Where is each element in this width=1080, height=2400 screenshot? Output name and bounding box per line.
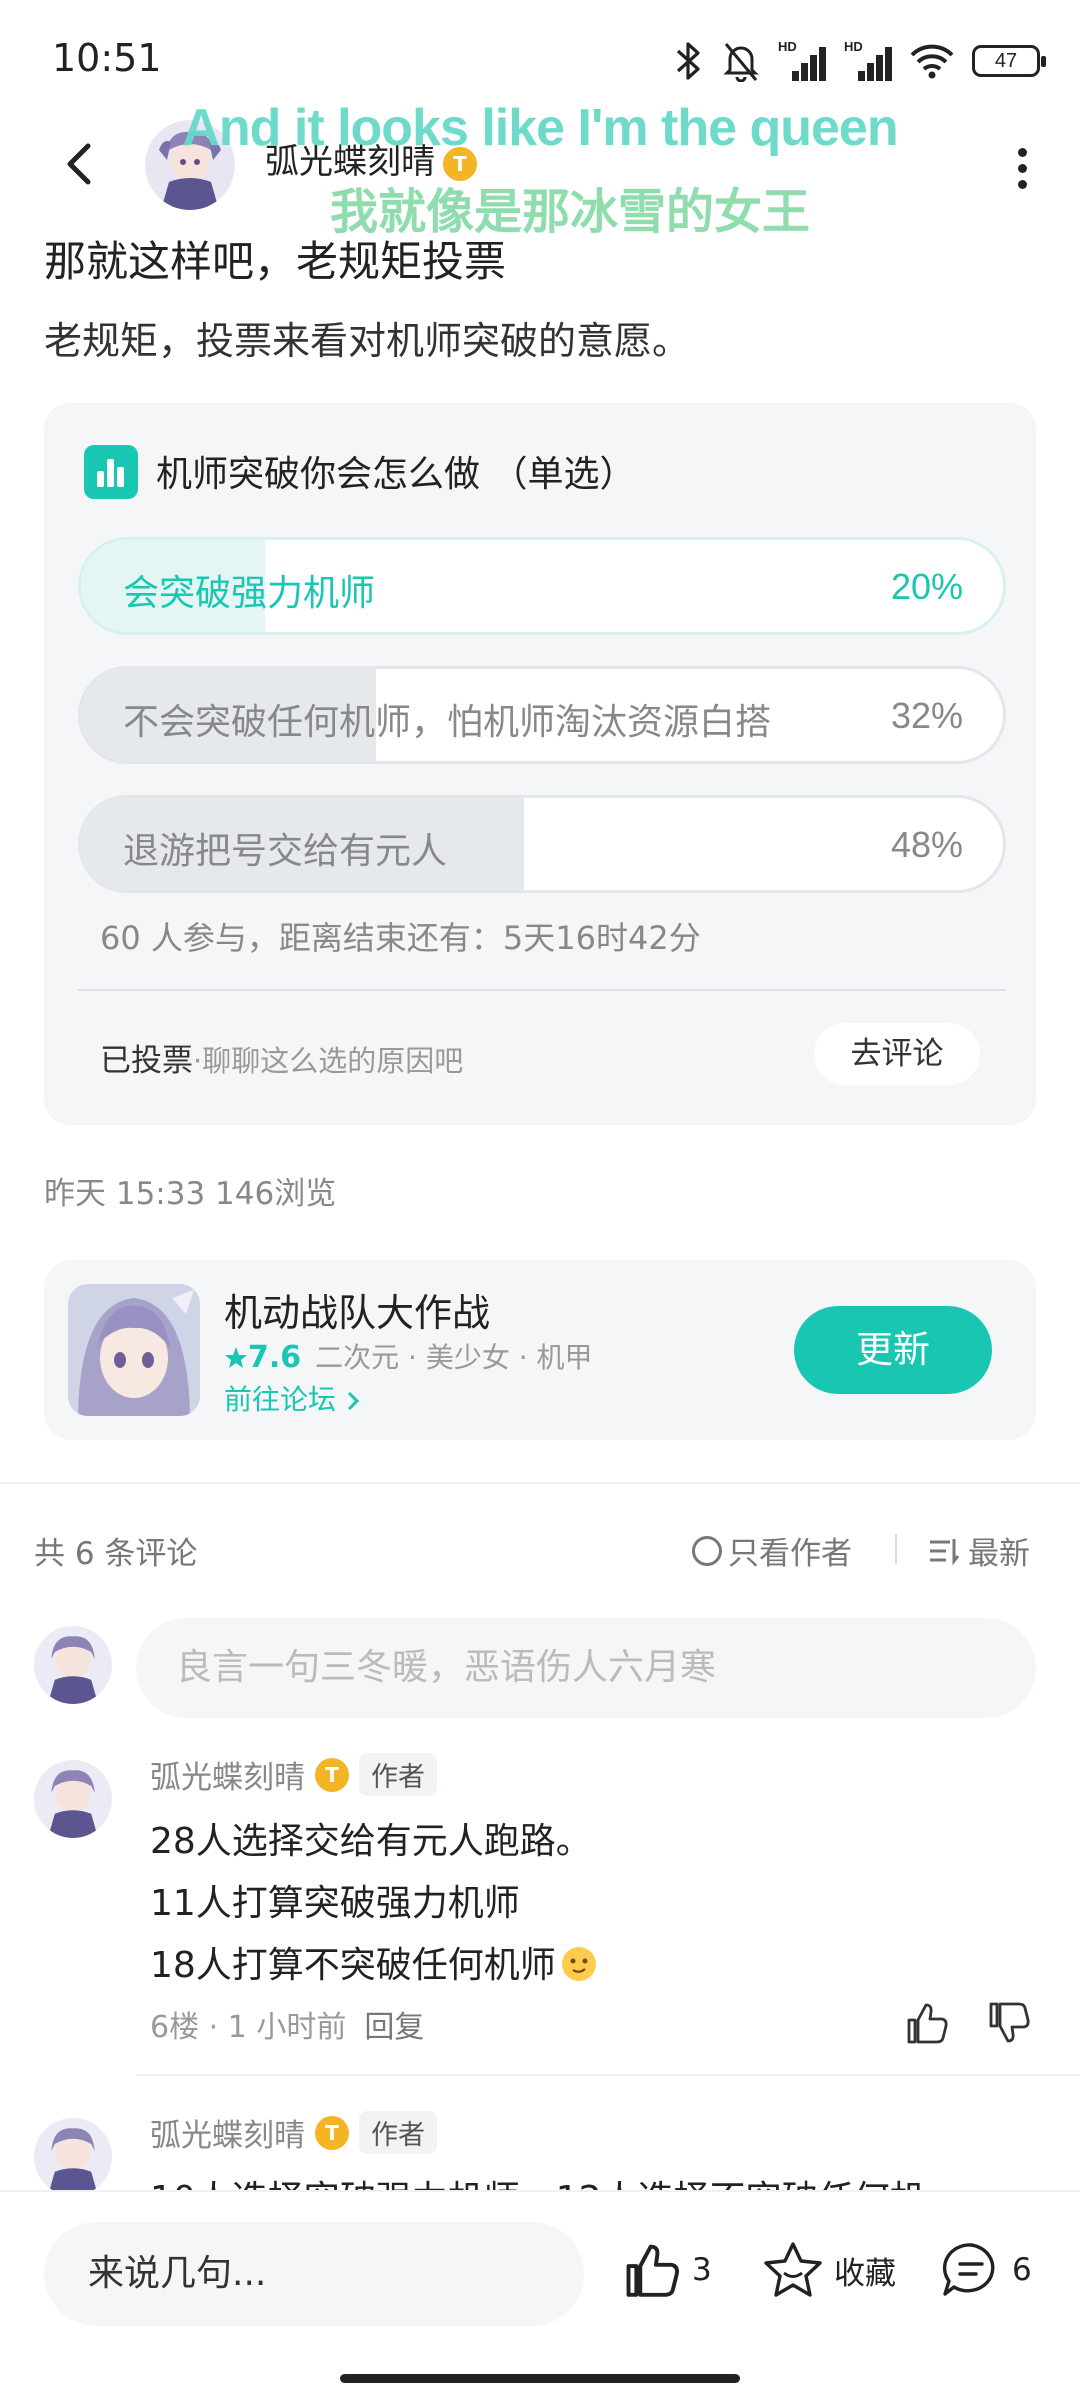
commenter-avatar[interactable] (34, 1760, 112, 1838)
game-name: 机动战队大作战 (224, 1291, 491, 1335)
post-title: 那就这样吧，老规矩投票 (44, 237, 507, 286)
level-badge-icon: T (315, 2115, 349, 2150)
author-tag: 作者 (359, 1753, 437, 1796)
mute-bell-icon (723, 43, 759, 82)
signal-icon: HD (844, 39, 892, 81)
divider (78, 989, 1006, 991)
author-tag: 作者 (359, 2111, 437, 2154)
status-icons: HD HD 47 (672, 36, 1046, 86)
comment-bubble-icon (942, 2243, 995, 2296)
bluetooth-icon (676, 42, 700, 80)
poll-title: 机师突破你会怎么做 （单选） (156, 454, 636, 495)
favorite-label: 收藏 (834, 2255, 896, 2292)
poll-option-label: 退游把号交给有元人 (123, 831, 448, 872)
poll-participants: 60 人参与，距离结束还有：5天16时42分 (100, 919, 701, 957)
poll-chart-icon (84, 445, 138, 499)
commenter-avatar[interactable] (34, 2118, 112, 2190)
go-comment-button[interactable]: 去评论 (814, 1023, 980, 1085)
only-author-toggle[interactable]: 只看作者 (692, 1528, 852, 1573)
game-info: 7.6 二次元 · 美少女 · 机甲 (224, 1336, 593, 1376)
thumbs-up-icon (626, 2244, 679, 2297)
comment-text: 18人打算不突破任何机师 (150, 1936, 598, 1988)
forum-link[interactable]: 前往论坛 (224, 1378, 364, 1418)
smile-emoji-icon (561, 1947, 596, 1981)
game-card[interactable]: 机动战队大作战 7.6 二次元 · 美少女 · 机甲 前往论坛 更新 (44, 1260, 1036, 1440)
comment-count: 共 6 条评论 (34, 1536, 198, 1572)
sort-latest-button[interactable]: 最新 (928, 1528, 1030, 1573)
comments-button[interactable]: 6 (940, 2240, 1032, 2300)
poll-option-percent: 20% (890, 566, 963, 607)
clock: 10:51 (52, 36, 162, 80)
sort-icon (930, 1538, 960, 1565)
like-button[interactable]: 3 (622, 2240, 712, 2300)
game-icon (68, 1284, 200, 1416)
commenter-name[interactable]: 弧光蝶刻晴 T 作者 (150, 2110, 437, 2155)
home-indicator[interactable] (340, 2374, 740, 2383)
post-time-views: 昨天 15:33 146浏览 (44, 1176, 337, 1212)
my-avatar (34, 1626, 112, 1704)
divider (136, 2074, 1080, 2076)
favorite-button[interactable]: 收藏 (762, 2240, 896, 2300)
poll-option[interactable]: 不会突破任何机师，怕机师淘汰资源白搭 32% (78, 666, 1006, 764)
divider (895, 1534, 897, 1564)
game-tags: 二次元 · 美少女 · 机甲 (315, 1341, 593, 1374)
poll-option-label: 会突破强力机师 (123, 573, 376, 614)
chevron-right-icon (347, 1391, 360, 1411)
star-icon (225, 1347, 247, 1368)
post-body: 老规矩，投票来看对机师突破的意愿。 (44, 319, 691, 363)
battery-icon: 47 (972, 45, 1046, 77)
bottom-action-bar: 来说几句... 3 收藏 6 (0, 2190, 1080, 2400)
poll-option-label: 不会突破任何机师，怕机师淘汰资源白搭 (123, 702, 772, 743)
thumbs-up-icon[interactable] (904, 2000, 950, 2046)
divider (0, 1482, 1080, 1484)
game-score: 7.6 (224, 1340, 301, 1375)
comment-footer: 6楼 · 1 小时前 回复 (150, 2010, 425, 2045)
like-count: 3 (692, 2252, 712, 2288)
reply-button[interactable]: 回复 (364, 2010, 424, 2045)
comment-text: 11人打算突破强力机师 (150, 1883, 520, 1924)
comments-toolbar: 共 6 条评论 只看作者 最新 (0, 1528, 1080, 1578)
update-button[interactable]: 更新 (794, 1306, 992, 1394)
comments-count: 6 (1012, 2252, 1032, 2288)
poll-option[interactable]: 退游把号交给有元人 48% (78, 795, 1006, 893)
lyric-overlay-en: And it looks like I'm the queen (182, 99, 898, 157)
commenter-name[interactable]: 弧光蝶刻晴 T 作者 (150, 1752, 437, 1797)
level-badge-icon: T (315, 1757, 349, 1792)
poll-option-percent: 32% (890, 695, 963, 736)
radio-icon (692, 1535, 722, 1566)
signal-icon: HD (778, 39, 826, 81)
star-icon (764, 2242, 822, 2297)
poll-card: 机师突破你会怎么做 （单选） 会突破强力机师 20% 不会突破任何机师，怕机师淘… (44, 403, 1036, 1125)
comment-text: 10人选择突破强力机师，12人选择不突破任何机 (150, 2170, 926, 2190)
comment-text: 28人选择交给有元人跑路。 (150, 1821, 592, 1862)
say-something-input[interactable]: 来说几句... (44, 2222, 584, 2326)
wifi-icon (910, 44, 954, 79)
poll-option-percent: 48% (890, 824, 963, 865)
comment-input[interactable]: 良言一句三冬暖，恶语伤人六月寒 (136, 1618, 1036, 1718)
comment-item: 弧光蝶刻晴T作者 10人选择突破强力机师，12人选择不突破任何机 (0, 2110, 1080, 2190)
voted-status: 已投票·聊聊这么选的原因吧 (100, 1043, 464, 1079)
poll-option[interactable]: 会突破强力机师 20% (78, 537, 1006, 635)
thumbs-down-icon[interactable] (986, 2000, 1032, 2046)
